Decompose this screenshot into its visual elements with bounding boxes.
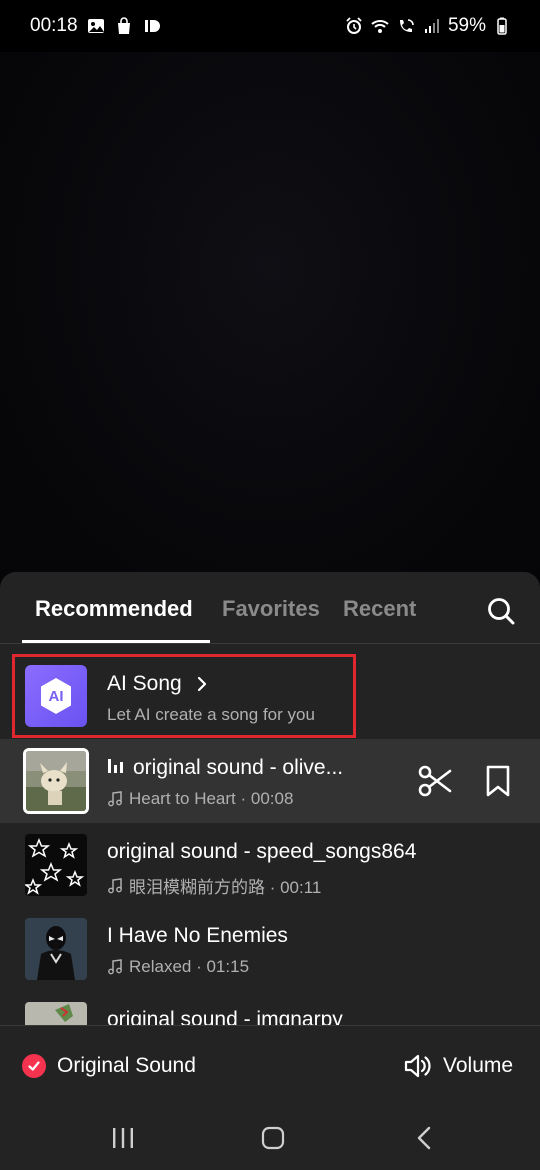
- bottom-action-bar: Original Sound Volume: [0, 1025, 540, 1105]
- shopping-bag-icon: [114, 16, 134, 36]
- search-icon[interactable]: [484, 594, 518, 628]
- wifi-call-icon: [396, 16, 416, 36]
- bookmark-icon[interactable]: [480, 763, 516, 799]
- check-icon[interactable]: [22, 1054, 46, 1078]
- wifi-icon: [370, 16, 390, 36]
- original-sound-toggle[interactable]: Original Sound: [57, 1054, 196, 1078]
- recent-apps-icon[interactable]: [109, 1125, 137, 1151]
- ai-song-title[interactable]: AI Song: [107, 672, 182, 696]
- video-preview[interactable]: [0, 52, 540, 592]
- status-time: 00:18: [30, 15, 78, 36]
- status-bar: 00:18 59%: [0, 0, 540, 52]
- tab-recommended[interactable]: Recommended: [35, 596, 193, 622]
- song-title: original sound - olive...: [107, 756, 343, 780]
- song-meta: Heart to Heart · 00:08: [107, 789, 293, 809]
- song-row-selected[interactable]: original sound - olive... Heart to Heart…: [0, 739, 540, 823]
- song-thumbnail: [25, 834, 87, 896]
- song-meta: Relaxed · 01:15: [107, 957, 249, 977]
- tab-recent[interactable]: Recent: [343, 596, 416, 622]
- battery-icon: [492, 16, 512, 36]
- song-row[interactable]: original sound - speed_songs864 眼泪模糊前方的路…: [0, 823, 540, 907]
- song-row[interactable]: I Have No Enemies Relaxed · 01:15: [0, 907, 540, 991]
- ai-badge-text: AI: [48, 687, 64, 705]
- home-icon[interactable]: [259, 1125, 287, 1151]
- tab-bar: Recommended Favorites Recent: [0, 572, 540, 644]
- active-tab-indicator: [22, 640, 210, 643]
- song-title: I Have No Enemies: [107, 924, 288, 947]
- image-icon: [86, 16, 106, 36]
- song-title: original sound - speed_songs864: [107, 840, 417, 863]
- music-note-icon: [107, 791, 123, 807]
- chevron-right-icon: [195, 674, 209, 694]
- music-note-icon: [107, 877, 123, 894]
- ai-song-subtitle: Let AI create a song for you: [107, 705, 315, 724]
- music-note-icon: [107, 959, 123, 975]
- scissors-icon[interactable]: [417, 763, 453, 799]
- song-thumbnail: [25, 918, 87, 980]
- tab-favorites[interactable]: Favorites: [222, 596, 320, 622]
- song-meta: 眼泪模糊前方的路 · 00:11: [107, 873, 321, 898]
- playing-bars-icon: [107, 757, 127, 775]
- volume-button[interactable]: Volume: [443, 1054, 513, 1078]
- song-thumbnail: [23, 748, 89, 814]
- battery-percent: 59%: [447, 15, 486, 36]
- navigation-bar: [0, 1105, 540, 1170]
- ai-song-icon: AI: [25, 665, 87, 727]
- id-icon: [142, 16, 162, 36]
- signal-icon: [422, 16, 442, 36]
- alarm-icon: [344, 16, 364, 36]
- back-icon[interactable]: [411, 1125, 439, 1151]
- volume-icon[interactable]: [403, 1053, 431, 1079]
